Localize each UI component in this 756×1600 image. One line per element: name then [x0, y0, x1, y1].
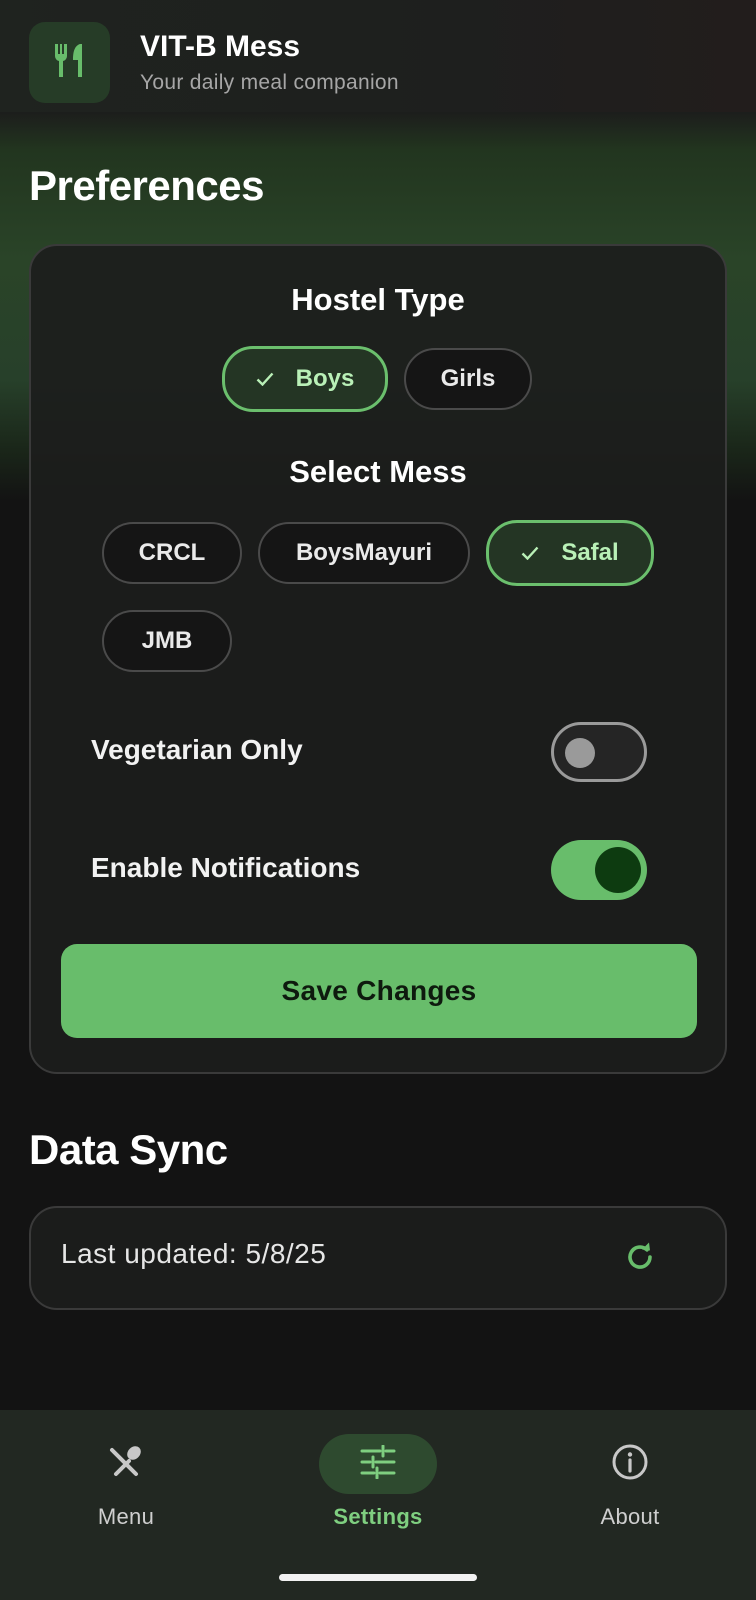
vegetarian-toggle[interactable]	[551, 722, 647, 782]
nav-label-about: About	[600, 1504, 660, 1529]
app-header: VIT-B Mess Your daily meal companion	[0, 0, 756, 112]
chip-mess-crcl[interactable]: CRCL	[102, 522, 242, 584]
nav-item-about[interactable]: About	[530, 1410, 730, 1560]
info-icon	[611, 1443, 649, 1486]
notifications-toggle[interactable]	[551, 840, 647, 900]
toggle-knob	[595, 847, 641, 893]
utensils-crossed-icon	[107, 1443, 145, 1486]
chip-label: Girls	[440, 365, 496, 392]
chip-label: BoysMayuri	[295, 539, 433, 566]
chip-label: Safal	[561, 539, 619, 566]
nav-icon-wrap	[67, 1434, 185, 1494]
data-sync-card: Last updated: 5/8/25	[29, 1206, 727, 1310]
chip-label: CRCL	[138, 539, 206, 566]
nav-label-menu: Menu	[97, 1504, 155, 1529]
check-icon	[256, 372, 274, 386]
nav-label-settings: Settings	[333, 1504, 423, 1529]
check-icon	[521, 546, 539, 560]
preferences-title: Preferences	[29, 162, 265, 209]
chip-hostel-girls[interactable]: Girls	[404, 348, 532, 410]
vegetarian-label: Vegetarian Only	[91, 734, 303, 765]
chip-label: JMB	[141, 627, 193, 654]
app-logo	[29, 22, 110, 103]
nav-icon-wrap	[571, 1434, 689, 1494]
preferences-card: Hostel Type Boys Girls Select Mess CRCL …	[29, 244, 727, 1074]
chip-hostel-boys[interactable]: Boys	[222, 346, 388, 412]
chip-mess-boysmayuri[interactable]: BoysMayuri	[258, 522, 470, 584]
hostel-type-title: Hostel Type	[291, 282, 465, 317]
chip-label: Boys	[295, 365, 355, 392]
data-sync-title: Data Sync	[29, 1126, 228, 1173]
home-indicator	[279, 1574, 477, 1581]
toggle-knob	[565, 738, 595, 768]
notifications-label: Enable Notifications	[91, 852, 361, 883]
bottom-nav: Menu Settings About	[0, 1410, 756, 1600]
nav-icon-wrap-active	[319, 1434, 437, 1494]
app-title: VIT-B Mess	[140, 30, 301, 63]
last-updated-text: Last updated: 5/8/25	[61, 1238, 327, 1269]
app-subtitle: Your daily meal companion	[140, 71, 399, 94]
nav-item-settings[interactable]: Settings	[278, 1410, 478, 1560]
nav-item-menu[interactable]: Menu	[26, 1410, 226, 1560]
refresh-icon[interactable]	[623, 1240, 657, 1279]
select-mess-title: Select Mess	[289, 454, 467, 489]
sliders-icon	[360, 1444, 396, 1484]
chip-mess-safal[interactable]: Safal	[486, 520, 654, 586]
utensils-icon	[50, 40, 90, 85]
save-changes-button[interactable]: Save Changes	[61, 944, 697, 1038]
chip-mess-jmb[interactable]: JMB	[102, 610, 232, 672]
